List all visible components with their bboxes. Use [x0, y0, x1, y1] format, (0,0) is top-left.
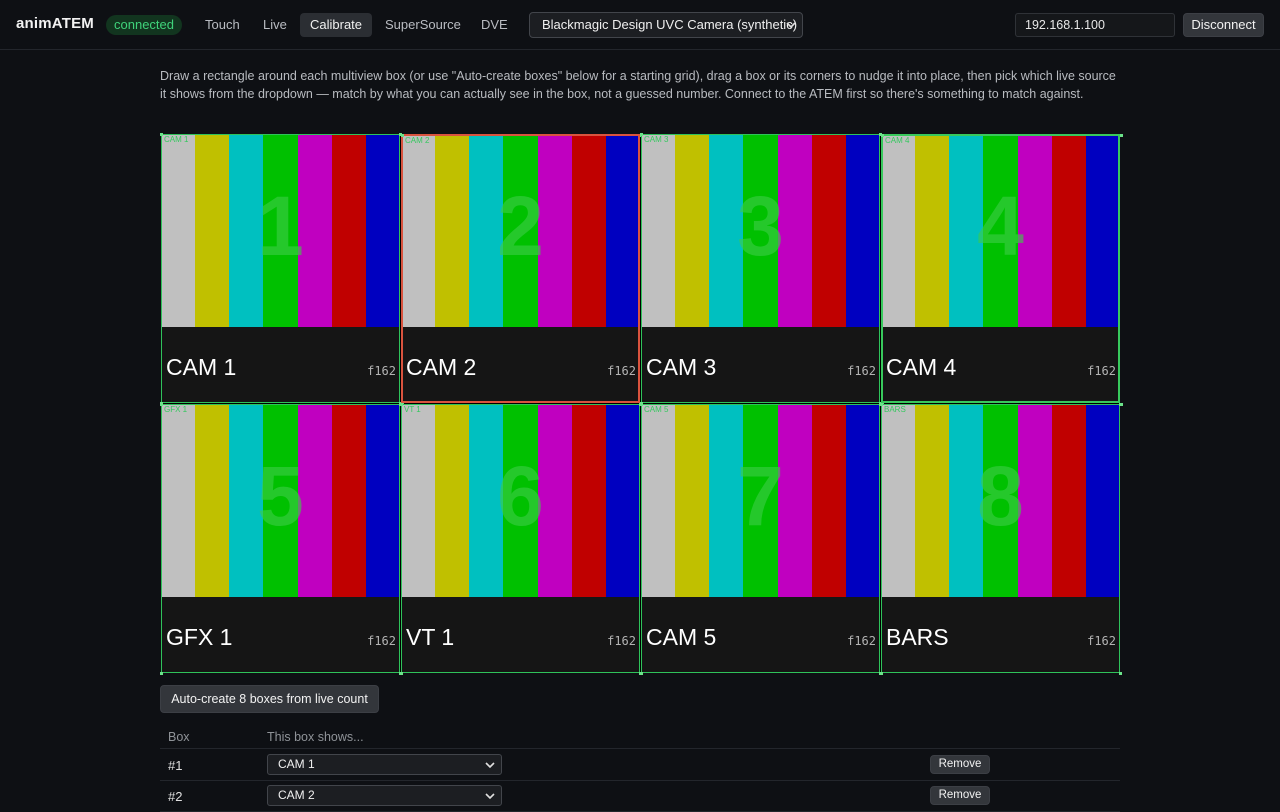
calibration-box[interactable]: CAM 5 [640, 403, 882, 675]
resize-handle[interactable] [880, 672, 883, 675]
calibration-box-tag: CAM 4 [885, 136, 910, 145]
column-header-box: Box [168, 730, 190, 744]
resize-handle[interactable] [640, 133, 643, 136]
table-row: #1 CAM 1 Remove [160, 749, 1120, 781]
resize-handle[interactable] [160, 672, 163, 675]
calibration-box[interactable]: CAM 2 [401, 134, 643, 406]
chevron-down-icon [485, 793, 495, 800]
calibration-box[interactable]: BARS [880, 403, 1122, 675]
resize-handle[interactable] [881, 134, 884, 137]
resize-handle[interactable] [640, 672, 643, 675]
resize-handle[interactable] [880, 403, 883, 406]
calibration-box[interactable]: GFX 1 [160, 403, 402, 675]
calibration-box-tag: VT 1 [404, 405, 421, 414]
tab-live[interactable]: Live [253, 13, 297, 37]
disconnect-button[interactable]: Disconnect [1183, 13, 1264, 37]
calibration-box-tag: CAM 2 [405, 136, 430, 145]
calibration-box[interactable]: CAM 1 [160, 133, 402, 405]
calibrate-instructions: Draw a rectangle around each multiview b… [160, 69, 1116, 101]
auto-create-boxes-button[interactable]: Auto-create 8 boxes from live count [160, 685, 379, 713]
tab-calibrate[interactable]: Calibrate [300, 13, 373, 37]
remove-box-button[interactable]: Remove [930, 786, 990, 805]
calibration-box[interactable]: CAM 3 [640, 133, 882, 405]
calibration-box[interactable]: VT 1 [400, 403, 642, 675]
resize-handle[interactable] [160, 133, 163, 136]
column-header-shows: This box shows... [267, 730, 364, 744]
calibration-box-tag: CAM 1 [164, 135, 189, 144]
app-title: animATEM [16, 15, 94, 32]
calibration-box-tag: CAM 5 [644, 405, 669, 414]
calibration-box-tag: BARS [884, 405, 906, 414]
top-bar: animATEM connected Touch Live Calibrate … [0, 0, 1280, 50]
resize-handle[interactable] [640, 403, 643, 406]
multiview-canvas[interactable]: 1 CAM 1 f162 CAM 1 2 CAM 2 f162 CAM 2 3 CAM 3 f162… [160, 133, 1123, 675]
calibration-box-tag: CAM 3 [644, 135, 669, 144]
atem-ip-input[interactable]: 192.168.1.100 [1015, 13, 1175, 37]
camera-source-value: Blackmagic Design UVC Camera (synthetic) [542, 17, 798, 32]
tab-supersource[interactable]: SuperSource [375, 13, 471, 37]
resize-handle[interactable] [1119, 403, 1122, 406]
resize-handle[interactable] [160, 403, 163, 406]
calibration-box-tag: GFX 1 [164, 405, 188, 414]
resize-handle[interactable] [400, 403, 403, 406]
box-number: #2 [168, 789, 183, 804]
remove-box-button[interactable]: Remove [930, 755, 990, 774]
connection-status-badge: connected [106, 15, 182, 35]
table-row: #2 CAM 2 Remove [160, 780, 1120, 812]
resize-handle[interactable] [401, 134, 404, 137]
calibration-box[interactable]: CAM 4 [881, 134, 1123, 406]
tab-dve[interactable]: DVE [471, 13, 518, 37]
camera-source-select[interactable]: Blackmagic Design UVC Camera (synthetic) [529, 12, 803, 38]
boxes-table-header: Box This box shows... [160, 724, 1120, 749]
chevron-down-icon [485, 762, 495, 769]
tab-touch[interactable]: Touch [195, 13, 250, 37]
box-source-select[interactable]: CAM 2 [267, 785, 502, 806]
box-number: #1 [168, 758, 183, 773]
box-source-value: CAM 1 [278, 757, 315, 771]
resize-handle[interactable] [400, 672, 403, 675]
box-source-select[interactable]: CAM 1 [267, 754, 502, 775]
resize-handle[interactable] [1119, 672, 1122, 675]
resize-handle[interactable] [1120, 134, 1123, 137]
chevron-down-icon [786, 22, 796, 29]
